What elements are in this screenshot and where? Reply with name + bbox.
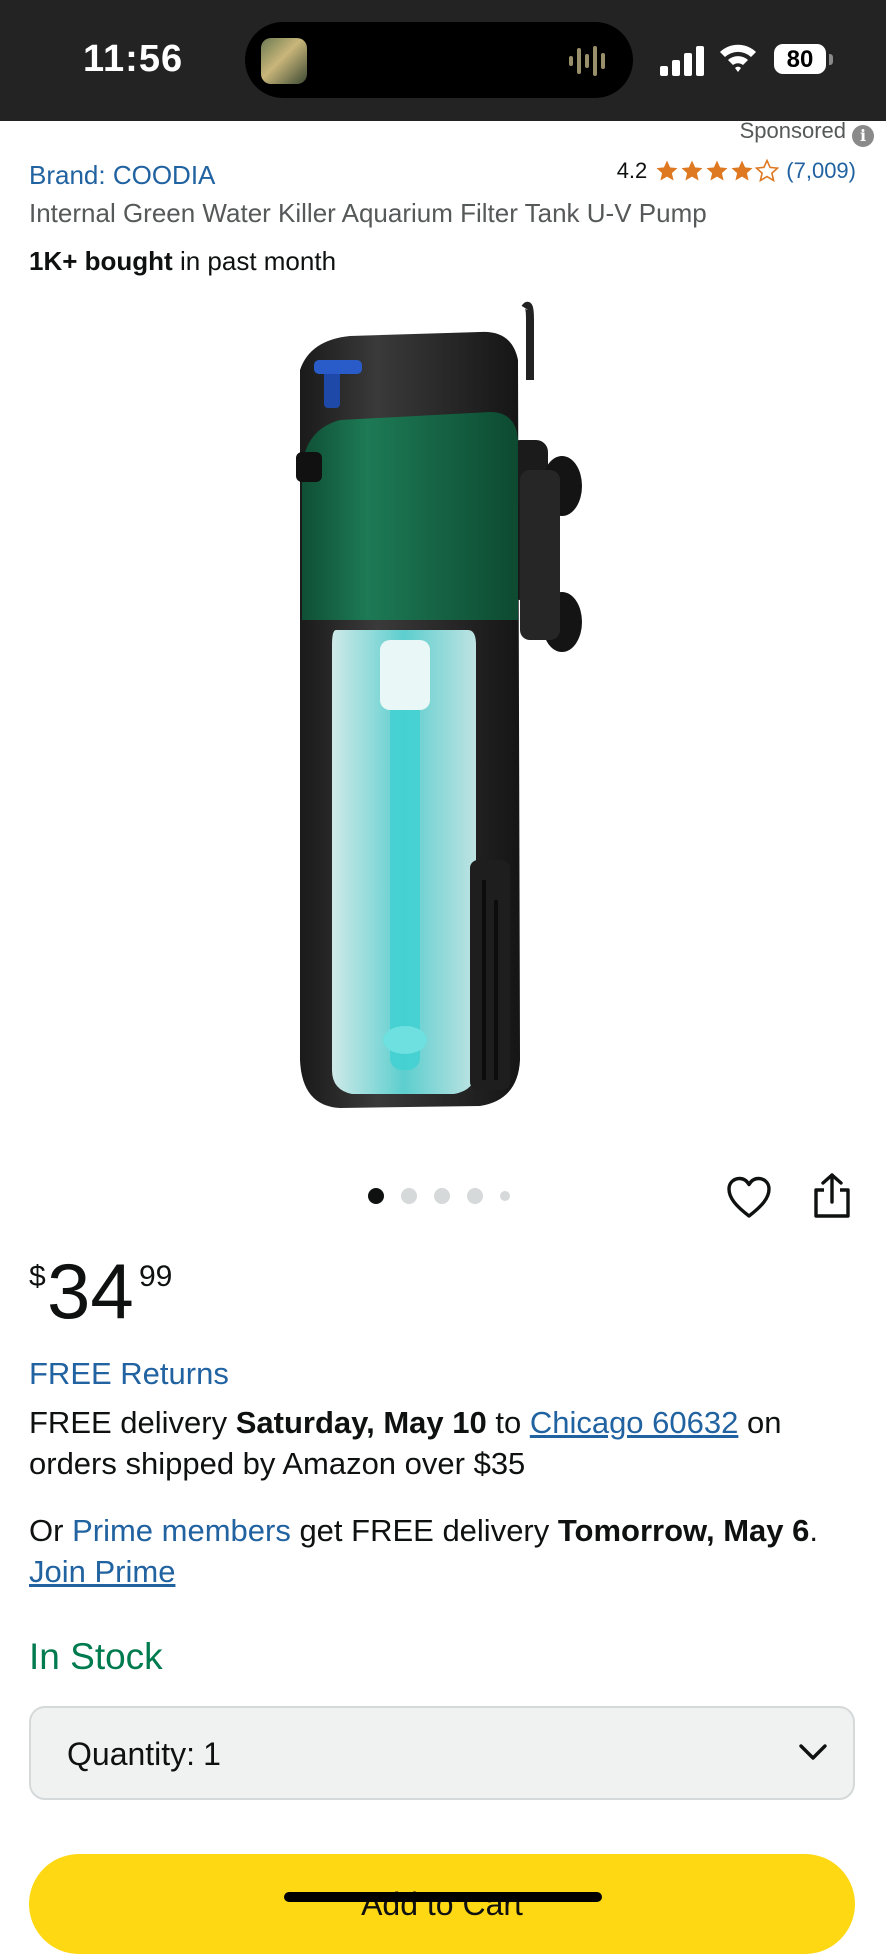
quantity-value: 1 bbox=[203, 1736, 221, 1772]
star-empty-icon bbox=[755, 159, 780, 183]
battery-level: 80 bbox=[786, 46, 814, 73]
delivery-to: to bbox=[486, 1405, 530, 1440]
in-stock-status: In Stock bbox=[29, 1636, 163, 1677]
pagination-dot-active[interactable] bbox=[368, 1188, 384, 1204]
rating-summary[interactable]: 4.2 (7,009) bbox=[617, 158, 856, 184]
dynamic-island[interactable] bbox=[245, 22, 633, 98]
status-bar: 11:56 80 bbox=[0, 0, 886, 121]
wifi-icon bbox=[720, 44, 756, 72]
battery-icon: 80 bbox=[774, 44, 836, 76]
brand-link[interactable]: Brand: COODIA bbox=[29, 160, 215, 191]
pagination-dot[interactable] bbox=[500, 1191, 510, 1201]
delivery-date: Saturday, May 10 bbox=[235, 1405, 487, 1440]
quantity-label: Quantity: bbox=[67, 1736, 196, 1772]
info-icon[interactable]: i bbox=[852, 125, 874, 147]
product-title[interactable]: Internal Green Water Killer Aquarium Fil… bbox=[29, 198, 707, 229]
star-full-icon bbox=[731, 160, 753, 181]
bought-in-past-month: 1K+ bought in past month bbox=[29, 246, 336, 277]
chevron-down-icon bbox=[799, 1744, 827, 1760]
prime-members-link[interactable]: Prime members bbox=[72, 1513, 291, 1548]
delivery-message: FREE delivery Saturday, May 10 to Chicag… bbox=[29, 1402, 859, 1484]
price-symbol: $ bbox=[29, 1260, 46, 1293]
image-pagination-dots[interactable] bbox=[368, 1188, 527, 1204]
prime-prefix: Or bbox=[29, 1513, 73, 1548]
status-time: 11:56 bbox=[83, 38, 184, 80]
prime-middle: get FREE delivery bbox=[290, 1513, 558, 1548]
bought-count: 1K+ bought bbox=[29, 246, 173, 276]
free-returns-link[interactable]: FREE Returns bbox=[29, 1356, 229, 1392]
battery-tip bbox=[829, 54, 833, 65]
star-full-icon bbox=[706, 160, 728, 181]
add-to-cart-button[interactable]: Add to Cart bbox=[29, 1854, 855, 1954]
prime-end: . bbox=[809, 1513, 818, 1548]
signal-icon bbox=[660, 46, 704, 76]
price-whole: 34 bbox=[47, 1247, 134, 1335]
price-fraction: 99 bbox=[139, 1260, 173, 1293]
quantity-label-group: Quantity: 1 bbox=[67, 1736, 221, 1773]
aquarium-uv-filter-pump-image[interactable] bbox=[240, 300, 620, 1120]
star-rating bbox=[655, 159, 780, 183]
share-icon[interactable] bbox=[812, 1172, 852, 1220]
star-full-icon bbox=[681, 160, 703, 181]
star-full-icon bbox=[656, 160, 678, 181]
home-indicator[interactable] bbox=[284, 1892, 602, 1902]
heart-icon[interactable] bbox=[726, 1176, 772, 1220]
delivery-prefix: FREE delivery bbox=[29, 1405, 236, 1440]
prime-delivery-message: Or Prime members get FREE delivery Tomor… bbox=[29, 1510, 859, 1592]
audio-wave-icon bbox=[569, 46, 605, 76]
rating-value: 4.2 bbox=[616, 158, 648, 183]
sponsored-text: Sponsored bbox=[739, 118, 846, 143]
prime-delivery-date: Tomorrow, May 6 bbox=[557, 1513, 810, 1548]
sponsored-label[interactable]: Sponsored i bbox=[740, 118, 874, 147]
pagination-dot[interactable] bbox=[401, 1188, 417, 1204]
pagination-dot[interactable] bbox=[467, 1188, 483, 1204]
now-playing-thumbnail bbox=[261, 38, 307, 84]
join-prime-link[interactable]: Join Prime bbox=[29, 1554, 175, 1589]
bought-suffix: in past month bbox=[172, 246, 337, 276]
pagination-dot[interactable] bbox=[434, 1188, 450, 1204]
delivery-location-link[interactable]: Chicago 60632 bbox=[530, 1405, 739, 1440]
review-count-link[interactable]: (7,009) bbox=[786, 158, 856, 184]
quantity-dropdown[interactable]: Quantity: 1 bbox=[29, 1706, 855, 1800]
